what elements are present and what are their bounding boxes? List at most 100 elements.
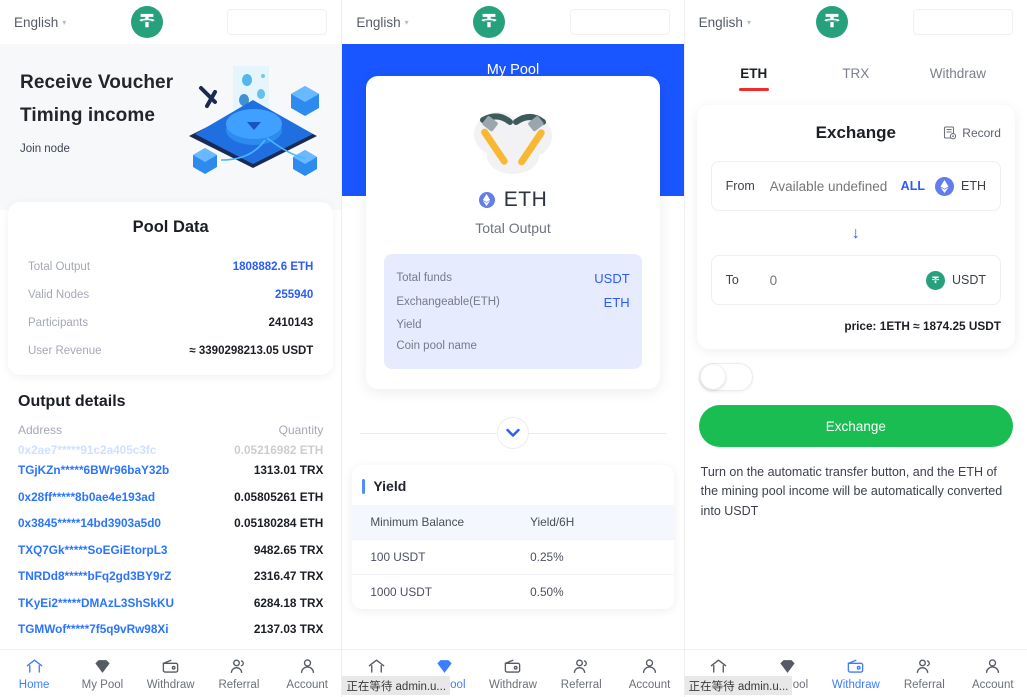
cell-quantity: 2316.47 TRX [253,569,324,584]
wallet-icon [848,659,864,673]
tab-trx[interactable]: TRX [805,66,907,93]
browser-status-text: 正在等待 admin.u... [684,676,793,695]
language-selector[interactable]: English ▾ [699,15,751,30]
withdraw-tabs: ETH TRX Withdraw [685,44,1027,93]
yield-table-header: Minimum Balance Yield/6H [352,505,674,539]
table-row[interactable]: TNRDd8*****bFq2gd3BY9rZ 2316.47 TRX [18,563,323,590]
nav-label: Withdraw [489,678,537,691]
nav-item-my-pool[interactable]: My Pool [68,657,136,691]
table-row[interactable]: 0x28ff*****8b0ae4e193ad 0.05805261 ETH [18,484,323,511]
panel-home: English ▾ Receive Voucher Timing income … [0,0,343,697]
header-input-box[interactable] [912,9,1013,35]
nav-item-account[interactable]: Account [615,657,683,691]
from-field[interactable]: From ALL ETH [710,161,1001,211]
expand-divider [360,417,666,449]
logo-container [409,6,570,38]
from-coin-selector[interactable]: ETH [934,176,986,196]
table-row[interactable]: TXQ7Gk*****SoEGiEtorpL3 9482.65 TRX [18,537,323,564]
table-row[interactable]: TKyEi2*****DMAzL3ShSkKU 6284.18 TRX [18,590,323,617]
app-header: English ▾ [0,0,342,44]
language-selector[interactable]: English ▾ [14,15,66,30]
exchange-card-header: Exchange Record [711,123,1001,143]
yield-title: Yield [373,478,407,494]
table-row[interactable]: TGMWof*****7f5q9vRw98Xi 2137.03 TRX [18,616,323,643]
browser-status-text: 正在等待 admin.u... [342,676,451,695]
nav-label: Withdraw [831,678,880,691]
yield-row: 1000 USDT 0.50% [352,574,674,609]
table-row[interactable]: TGjKZn*****6BWr96baY32b 1313.01 TRX [18,457,323,484]
referral-icon [916,658,930,673]
swap-direction-icon[interactable]: ↓ [711,225,1001,243]
accent-bar [362,478,366,494]
to-coin-selector[interactable]: USDT [925,270,986,290]
diamond-icon [780,659,795,673]
row-label: Valid Nodes [28,289,90,301]
tether-logo-icon [473,6,506,38]
record-button[interactable]: Record [943,126,1001,140]
cell-rate: 0.50% [530,585,564,599]
pool-data-row: Valid Nodes 255940 [24,281,317,309]
pickaxe-icon [473,112,552,174]
toggle-knob [700,365,725,389]
row-value: ≈ 3390298213.05 USDT [189,345,314,357]
record-label: Record [962,126,1001,140]
output-details-title: Output details [18,393,126,410]
header-input-box[interactable] [569,9,670,35]
info-label: Exchangeable(ETH) [396,296,500,308]
nav-item-account[interactable]: Account [273,657,341,691]
language-selector[interactable]: English ▾ [356,15,408,30]
panel-my-pool: English ▾ My Pool ETH Total Output Total… [342,0,685,697]
nav-label: Referral [903,678,945,691]
pool-summary-card: ETH Total Output Total funds USDT Exchan… [366,76,660,389]
tab-eth[interactable]: ETH [703,66,805,93]
info-value: ETH [603,294,630,310]
header-input-box[interactable] [227,9,328,35]
diamond-icon [437,659,452,673]
auto-transfer-toggle[interactable] [698,363,753,391]
table-row[interactable]: 0x3845*****14bd3903a5d0 0.05180284 ETH [18,510,323,537]
tab-withdraw[interactable]: Withdraw [907,66,1009,93]
all-button[interactable]: ALL [901,179,925,193]
home-icon [711,658,727,673]
nav-label: Referral [560,678,602,691]
tether-icon [925,270,945,290]
cell-address: TGMWof*****7f5q9vRw98Xi [18,622,169,637]
yield-row: 100 USDT 0.25% [352,539,674,574]
account-icon [300,658,314,673]
coin-row: ETH [384,188,641,212]
nav-item-referral[interactable]: Referral [547,657,615,691]
column-header-balance: Minimum Balance [370,515,465,529]
from-coin-label: ETH [960,179,986,193]
expand-button[interactable] [496,417,529,449]
to-field[interactable]: To USDT [710,255,1001,305]
nav-label: Referral [218,678,260,691]
nav-item-home[interactable]: Home [0,657,68,691]
language-label: English [14,14,59,30]
nav-item-withdraw[interactable]: Withdraw [822,657,890,691]
home-icon [368,658,385,673]
output-table-header: Address Quantity [0,421,341,443]
from-amount-input[interactable] [769,178,891,194]
cell-address: TXQ7Gk*****SoEGiEtorpL3 [18,542,168,557]
node-illustration [189,66,320,176]
nav-item-withdraw[interactable]: Withdraw [479,657,547,691]
pool-data-row: Participants 2410143 [24,309,317,337]
chevron-down-icon [506,428,520,437]
wallet-icon [162,659,179,673]
to-label: To [725,273,739,287]
panel-withdraw: English ▾ ETH TRX Withdraw Exchange Reco… [684,0,1027,697]
info-value: USDT [594,270,630,286]
nav-item-referral[interactable]: Referral [205,657,273,691]
cell-rate: 0.25% [530,550,564,564]
exchange-title: Exchange [815,123,896,142]
table-row[interactable]: 0x2ae7*****91c2a405c3fc 0.05216982 ETH [18,443,323,457]
info-row: Yield [396,314,629,335]
cell-address: 0x3845*****14bd3903a5d0 [18,516,161,531]
yield-header: Yield [352,465,673,505]
to-amount-input[interactable] [769,272,916,288]
exchange-button[interactable]: Exchange [698,405,1013,447]
nav-item-referral[interactable]: Referral [890,657,958,691]
row-label: Total Output [28,261,91,273]
nav-item-account[interactable]: Account [959,657,1027,691]
nav-item-withdraw[interactable]: Withdraw [137,657,205,691]
